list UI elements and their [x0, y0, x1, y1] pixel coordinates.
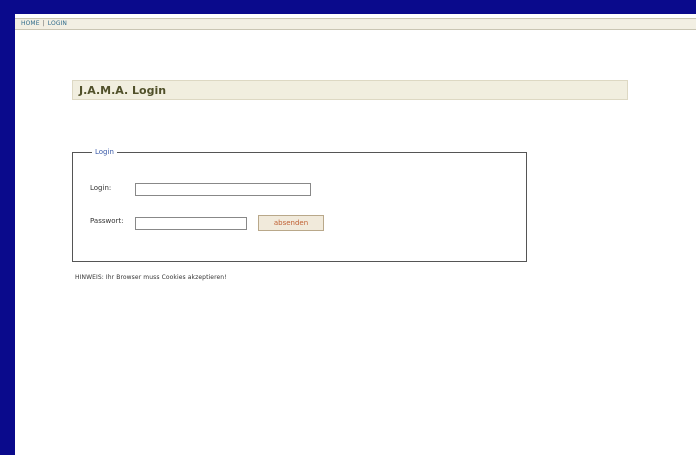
- page-title-bar: J.A.M.A. Login: [72, 80, 628, 100]
- login-field-label: Login:: [90, 184, 112, 192]
- breadcrumb: HOME | LOGIN: [21, 19, 67, 29]
- login-fieldset-legend: Login: [92, 147, 117, 157]
- nav-home-link[interactable]: HOME: [21, 20, 40, 27]
- browser-page: HOME | LOGIN J.A.M.A. Login Login Login:…: [15, 14, 696, 455]
- nav-separator: |: [42, 20, 45, 27]
- login-fieldset: Login Login: Passwort: absenden: [72, 147, 527, 262]
- password-input[interactable]: [135, 217, 247, 230]
- submit-button[interactable]: absenden: [258, 215, 324, 231]
- nav-login-link[interactable]: LOGIN: [48, 20, 67, 27]
- top-nav-bar: HOME | LOGIN: [15, 18, 696, 30]
- page-title: J.A.M.A. Login: [79, 84, 167, 97]
- password-field-label: Passwort:: [90, 217, 124, 225]
- cookie-hint-text: HINWEIS: Ihr Browser muss Cookies akzept…: [75, 274, 227, 281]
- login-input[interactable]: [135, 183, 311, 196]
